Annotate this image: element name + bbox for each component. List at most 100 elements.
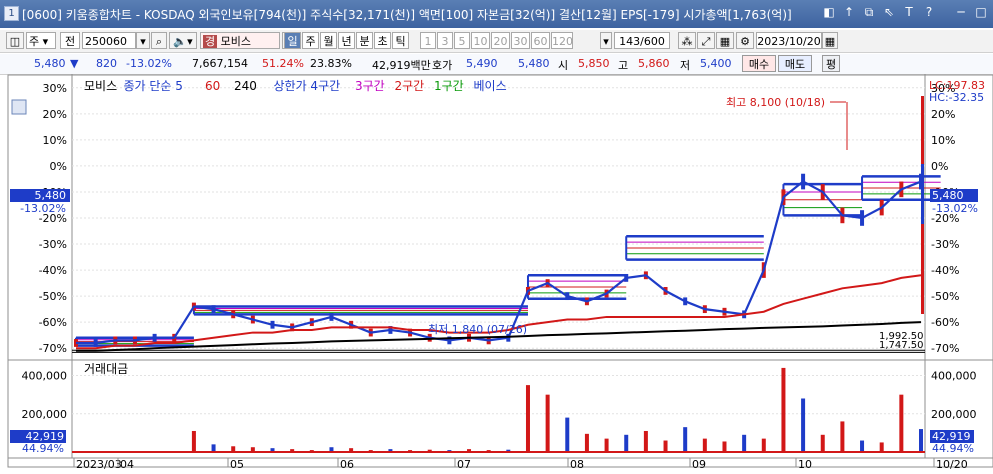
volume-label: 거래대금 bbox=[84, 362, 128, 376]
volume-bar bbox=[584, 433, 589, 452]
date-field[interactable]: 2023/10/20 bbox=[756, 32, 822, 49]
buy-button[interactable]: 매수 bbox=[742, 55, 776, 72]
interval-5-button[interactable]: 5 bbox=[454, 32, 470, 49]
interval-3-button[interactable]: 3 bbox=[437, 32, 453, 49]
volume-ratio: 51.24% bbox=[262, 57, 304, 70]
change-percent: -13.02% bbox=[126, 57, 172, 70]
y-tick-left: -30% bbox=[39, 238, 67, 251]
price-bar: 5,480 ▼ 820 -13.02% 7,667,154 51.24% 23.… bbox=[0, 54, 993, 75]
draw-icon[interactable]: ⤢ bbox=[697, 32, 715, 49]
vol-tag-right-pct: 44.94% bbox=[932, 442, 974, 455]
down-arrow-icon: ▼ bbox=[70, 57, 79, 70]
vol-tag-left-pct: 44.94% bbox=[22, 442, 64, 455]
window-control-7-icon[interactable]: □ bbox=[974, 5, 988, 19]
volume: 7,667,154 bbox=[192, 57, 248, 70]
right-level-2: 1,747.50 bbox=[879, 340, 924, 351]
window-control-5-icon[interactable]: ? bbox=[922, 5, 936, 19]
change-value: 820 bbox=[96, 57, 117, 70]
period-1-button[interactable]: 주 bbox=[302, 32, 319, 49]
volume-bar bbox=[545, 394, 550, 452]
mode-select[interactable]: 전 bbox=[60, 32, 80, 49]
open-price: 5,850 bbox=[578, 57, 610, 70]
search-icon[interactable]: ⌕ bbox=[151, 32, 167, 49]
interval-30-button[interactable]: 30 bbox=[511, 32, 530, 49]
dropdown-icon[interactable]: ▾ bbox=[136, 32, 150, 49]
volume-bar bbox=[191, 430, 196, 452]
chart-settings-icon bbox=[11, 99, 27, 115]
interval-10-button[interactable]: 10 bbox=[471, 32, 490, 49]
hoga-label: 호가 bbox=[432, 59, 453, 72]
volume-bar bbox=[781, 367, 786, 452]
x-label-0: 2023/03 bbox=[76, 458, 122, 471]
volume-bar bbox=[801, 398, 806, 452]
chart-type-select[interactable]: 주 ▾ bbox=[26, 32, 56, 49]
title-bar: 1 [0600] 키움종합차트 - KOSDAQ 외국인보유[794(천)] 주… bbox=[0, 0, 993, 28]
y-tick-left: -60% bbox=[39, 316, 67, 329]
open-label: 시 bbox=[558, 59, 569, 72]
volume-bar bbox=[624, 434, 629, 452]
legend-item-3: 240 bbox=[234, 79, 257, 93]
speaker-icon[interactable]: 🔈▾ bbox=[169, 32, 197, 49]
period-5-button[interactable]: 초 bbox=[374, 32, 391, 49]
volume-bar bbox=[683, 427, 688, 452]
data-count-field[interactable]: 143/600 bbox=[614, 32, 670, 49]
window-controls: ◧↑⧉⇖T?─□✕ bbox=[822, 5, 993, 19]
ma-line-0 bbox=[76, 180, 922, 345]
price-tag-left: 5,480 bbox=[35, 189, 67, 202]
period-0-button[interactable]: 일 bbox=[284, 32, 301, 49]
window-control-2-icon[interactable]: ⧉ bbox=[862, 5, 876, 19]
window-control-0-icon[interactable]: ◧ bbox=[822, 5, 836, 19]
hc-label: HC:-32.35 bbox=[929, 91, 984, 104]
window-control-1-icon[interactable]: ↑ bbox=[842, 5, 856, 19]
table-icon[interactable]: ▦ bbox=[716, 32, 734, 49]
y-tick-left: -70% bbox=[39, 342, 67, 355]
window-control-4-icon[interactable]: T bbox=[902, 5, 916, 19]
period-6-button[interactable]: 틱 bbox=[392, 32, 409, 49]
price-tag-right: 5,480 bbox=[932, 189, 964, 202]
eval-button[interactable]: 평 bbox=[822, 55, 840, 72]
y-tick-left: 0% bbox=[50, 160, 67, 173]
vol-tick-right: 400,000 bbox=[931, 370, 977, 383]
right-scroll-blue bbox=[921, 164, 924, 224]
legend-item-7: 1구간 bbox=[434, 79, 464, 93]
period-3-button[interactable]: 년 bbox=[338, 32, 355, 49]
stock-code-input[interactable]: 250060 bbox=[82, 32, 136, 49]
chart-area[interactable]: 30%30%20%20%10%10%0%0%-10%-10%-20%-20%-3… bbox=[0, 74, 993, 474]
y-tick-right: -50% bbox=[931, 290, 959, 303]
y-tick-right: -30% bbox=[931, 238, 959, 251]
interval-20-button[interactable]: 20 bbox=[491, 32, 510, 49]
window-control-3-icon[interactable]: ⇖ bbox=[882, 5, 896, 19]
x-label-6: 09 bbox=[692, 458, 706, 471]
interval-120-button[interactable]: 120 bbox=[551, 32, 573, 49]
vol-tick-right: 200,000 bbox=[931, 408, 977, 421]
stock-name-field[interactable]: 경 모비스 bbox=[200, 32, 280, 49]
gear-icon[interactable]: ⚙ bbox=[736, 32, 754, 49]
volume-bar bbox=[702, 438, 707, 452]
period-4-button[interactable]: 분 bbox=[356, 32, 373, 49]
layout-icon[interactable]: ◫ bbox=[6, 32, 24, 49]
volume-bar bbox=[840, 421, 845, 452]
interval-60-button[interactable]: 60 bbox=[531, 32, 550, 49]
sell-button[interactable]: 매도 bbox=[778, 55, 812, 72]
low-price: 5,400 bbox=[700, 57, 732, 70]
volume-bar bbox=[525, 385, 530, 452]
low-label: 저 bbox=[680, 59, 691, 72]
volume-bar bbox=[919, 429, 923, 452]
volume-bar bbox=[899, 394, 904, 452]
chart-type-value: 주 bbox=[29, 35, 40, 48]
calendar-icon[interactable]: ▦ bbox=[822, 32, 838, 49]
x-label-8: 10/20 bbox=[936, 458, 968, 471]
low-annotation: 최저 1,840 (07/26) bbox=[428, 323, 527, 336]
high-label: 고 bbox=[618, 59, 629, 72]
x-label-7: 10 bbox=[798, 458, 812, 471]
interval-1-button[interactable]: 1 bbox=[420, 32, 436, 49]
candle-icon[interactable]: ⁂ bbox=[678, 32, 696, 49]
period-2-button[interactable]: 월 bbox=[320, 32, 337, 49]
bid-price: 5,480 bbox=[518, 57, 550, 70]
y-tick-left: 10% bbox=[43, 134, 67, 147]
window-control-6-icon[interactable]: ─ bbox=[954, 5, 968, 19]
trade-amount: 42,919백만 bbox=[372, 59, 431, 72]
y-tick-right: 10% bbox=[931, 134, 955, 147]
ask-price: 5,490 bbox=[466, 57, 498, 70]
count-dropdown-icon[interactable]: ▾ bbox=[600, 32, 612, 49]
